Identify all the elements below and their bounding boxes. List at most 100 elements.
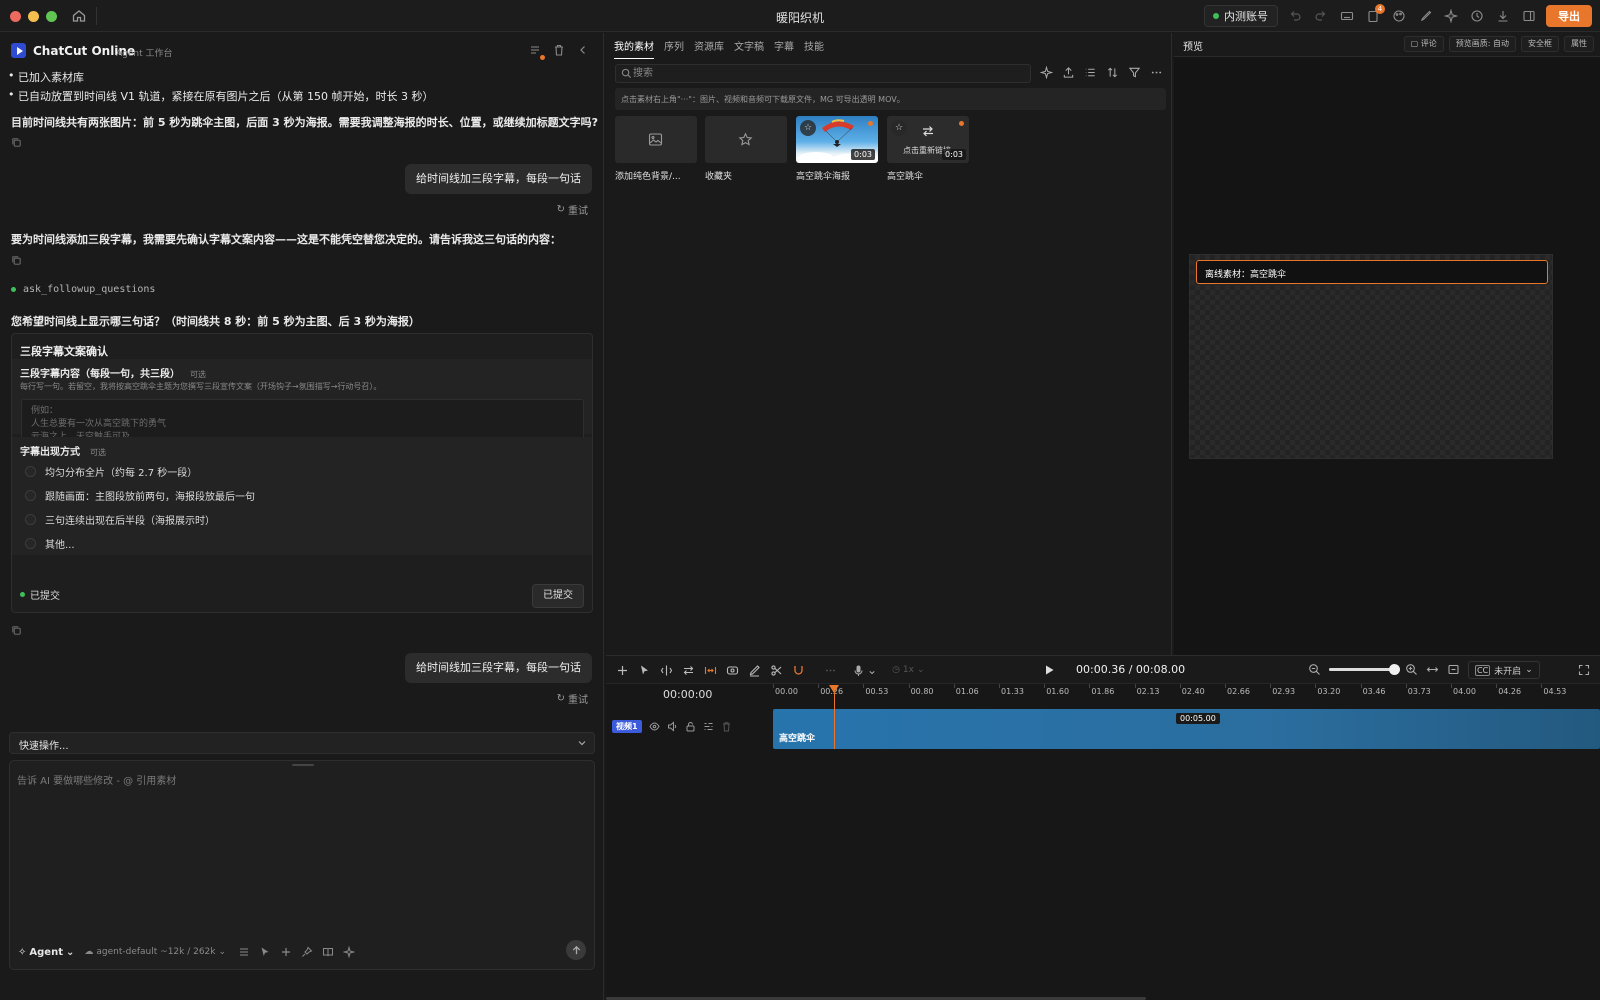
sparkle-icon[interactable] (1442, 7, 1460, 25)
palette-icon[interactable] (1390, 7, 1408, 25)
tab-resource-library[interactable]: 资源库 (694, 38, 724, 59)
caption-icon[interactable] (726, 664, 739, 677)
brush-icon[interactable] (1416, 7, 1434, 25)
retry-button[interactable]: ↻ 重试 (557, 202, 588, 217)
timeline-clip[interactable]: 高空跳伞 00:05.00 (773, 709, 1600, 749)
playhead[interactable] (829, 685, 839, 749)
radio-option[interactable]: 跟随画面：主图段放前两句，海报段放最后一句 (25, 488, 255, 503)
keyboard-icon[interactable] (1338, 7, 1356, 25)
sort-icon[interactable] (1106, 66, 1119, 79)
submitted-button[interactable]: 已提交 (532, 584, 584, 608)
search-icon (621, 68, 632, 79)
asset-tile-skydiving[interactable]: ☆ 点击重新链接 0:03 高空跳伞 (887, 116, 969, 182)
zoom-slider-handle[interactable] (1388, 664, 1400, 675)
fullscreen-icon[interactable] (1578, 664, 1590, 676)
cursor-icon[interactable] (259, 946, 272, 959)
search-input[interactable] (633, 66, 1023, 81)
radio-option[interactable]: 均匀分布全片（约每 2.7 秒一段） (25, 464, 197, 479)
track-name[interactable]: 视频1 (612, 720, 642, 733)
radio-button[interactable] (25, 538, 36, 549)
more-icon[interactable] (824, 664, 837, 677)
send-button[interactable] (566, 940, 586, 960)
add-icon[interactable] (616, 664, 629, 677)
list-view-icon[interactable] (1084, 66, 1097, 79)
tab-my-assets[interactable]: 我的素材 (614, 38, 654, 59)
lock-icon[interactable] (685, 721, 696, 732)
trash-icon[interactable] (721, 721, 732, 732)
copy-icon[interactable] (11, 625, 23, 637)
asset-tile-favorites[interactable]: 收藏夹 (705, 116, 787, 182)
fit-width-icon[interactable] (1426, 663, 1439, 676)
agent-message: 目前时间线共有两张图片：前 5 秒为跳伞主图，后面 3 秒为海报。需要我调整海报… (11, 116, 599, 129)
zoom-in-icon[interactable] (1405, 663, 1418, 676)
radio-option[interactable]: 其他... (25, 536, 75, 551)
filter-icon[interactable] (1128, 66, 1141, 79)
layout-toggle-icon[interactable] (1520, 7, 1538, 25)
pin-icon[interactable] (301, 946, 314, 959)
playback-speed-selector[interactable]: ◷ 1x ⌄ (892, 665, 924, 675)
model-selector[interactable]: ☁ agent-default ~12k / 262k ⌄ (84, 947, 226, 957)
radio-option[interactable]: 三句连续出现在后半段（海报展示时） (25, 512, 215, 527)
preview-quality-button[interactable]: 预览画质: 自动 (1448, 36, 1516, 52)
ai-generate-icon[interactable] (1039, 65, 1054, 80)
favorite-star-icon[interactable]: ☆ (800, 120, 816, 136)
account-button[interactable]: 内测账号 (1204, 5, 1278, 27)
resize-handle[interactable] (292, 764, 314, 766)
comments-button[interactable]: ▢ 评论 (1403, 36, 1444, 52)
media-search[interactable] (615, 64, 1031, 83)
upload-icon[interactable] (1062, 66, 1075, 79)
tab-skills[interactable]: 技能 (804, 38, 824, 59)
media-library-panel: 我的素材 序列 资源库 文字稿 字幕 技能 点击素材右上角"···"：图片、视频… (606, 33, 1172, 655)
microphone-selector[interactable]: ⌄ (852, 663, 877, 677)
radio-button[interactable] (25, 490, 36, 501)
retry-button[interactable]: ↻ 重试 (557, 691, 588, 706)
clipboard-icon[interactable]: 4 (1364, 4, 1385, 25)
zoom-out-icon[interactable] (1308, 663, 1321, 676)
radio-button[interactable] (25, 514, 36, 525)
chat-composer[interactable]: 告诉 AI 要做哪些修改 - @ 引用素材 ✧ Agent ⌄ ☁ agent-… (9, 760, 595, 970)
time-ruler[interactable]: 00.0000.2600.5300.8001.0601.3301.6001.86… (773, 684, 1600, 706)
captions-selector[interactable]: CC 未开启 ⌄ (1468, 661, 1540, 679)
undo-icon[interactable] (1286, 7, 1304, 25)
asset-tile-solid-background[interactable]: 添加纯色背景/... (615, 116, 697, 182)
copy-icon[interactable] (11, 137, 23, 149)
magnet-icon[interactable] (792, 664, 805, 677)
eye-icon[interactable] (649, 721, 660, 732)
pen-icon[interactable] (748, 664, 761, 677)
redo-icon[interactable] (1312, 7, 1330, 25)
task-list-icon[interactable] (528, 43, 545, 60)
properties-button[interactable]: 属性 (1564, 36, 1594, 52)
tab-transcript[interactable]: 文字稿 (734, 38, 764, 59)
play-button[interactable] (1043, 664, 1055, 676)
snap-icon[interactable] (704, 664, 717, 677)
quick-actions-dropdown[interactable]: 快速操作... (9, 732, 595, 754)
export-button[interactable]: 导出 (1546, 5, 1592, 27)
asset-tile-skydiving-poster[interactable]: ☆ 0:03 高空跳伞海报 (796, 116, 878, 182)
agent-mode-selector[interactable]: ✧ Agent ⌄ (18, 947, 74, 958)
copy-icon[interactable] (11, 255, 23, 267)
track-settings-icon[interactable] (703, 721, 714, 732)
split-icon[interactable] (660, 664, 673, 677)
scissors-icon[interactable] (770, 664, 783, 677)
favorite-star-icon[interactable]: ☆ (891, 120, 907, 136)
collapse-panel-icon[interactable] (576, 43, 590, 57)
swap-icon[interactable] (682, 664, 695, 677)
plus-icon[interactable] (280, 946, 293, 959)
sparkle-icon[interactable] (342, 945, 356, 959)
trash-icon[interactable] (552, 43, 566, 57)
list-icon[interactable] (238, 946, 251, 959)
composer-input[interactable]: 告诉 AI 要做哪些修改 - @ 引用素材 (17, 772, 176, 787)
more-icon[interactable] (1150, 66, 1163, 79)
tab-subtitles[interactable]: 字幕 (774, 38, 794, 59)
book-icon[interactable] (322, 946, 335, 959)
download-icon[interactable] (1494, 7, 1512, 25)
preview-canvas[interactable]: 离线素材：高空跳伞 (1189, 254, 1553, 459)
snapshot-icon[interactable] (1447, 663, 1460, 676)
volume-icon[interactable] (667, 721, 678, 732)
safe-area-button[interactable]: 安全框 (1521, 36, 1559, 52)
radio-button[interactable] (25, 466, 36, 477)
zoom-slider[interactable] (1329, 664, 1400, 675)
tab-sequences[interactable]: 序列 (664, 38, 684, 59)
select-tool-icon[interactable] (638, 664, 651, 677)
history-icon[interactable] (1468, 7, 1486, 25)
